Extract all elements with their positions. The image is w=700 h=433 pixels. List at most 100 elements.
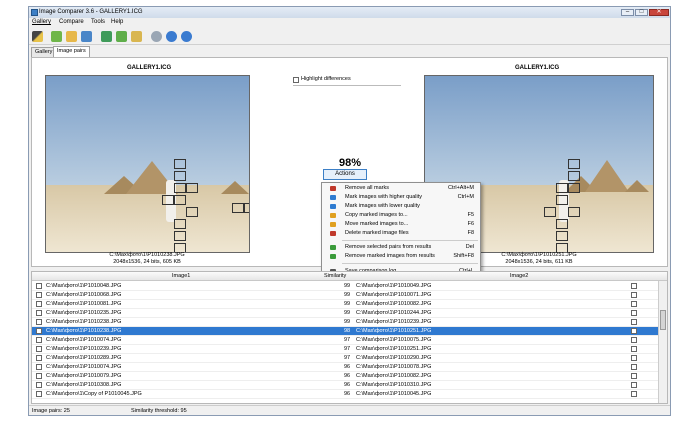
image2-path: C:\Max\фото\1\P1010049.JPG [356,283,432,289]
column-image2[interactable]: Image2 [510,273,528,279]
table-row[interactable]: C:\Max\фото\1\P1010048.JPG 99 C:\Max\фото\… [32,282,658,291]
table-row[interactable]: C:\Max\фото\1\P1010238.JPG 98 C:\Max\фото\… [32,327,658,336]
right-image-path: C:\Max\фото\1\P1010251.JPG [501,252,577,258]
menu-mark-lower-quality[interactable]: Mark images with lower quality [322,202,480,211]
settings-icon[interactable] [151,31,162,42]
tab-image-pairs[interactable]: Image pairs [53,46,90,57]
menu-mark-higher-quality[interactable]: Mark images with higher quality Ctrl+M [322,193,480,202]
similarity-cell: 97 [344,346,351,352]
left-mark-checkbox[interactable] [36,346,42,352]
table-row[interactable]: C:\Max\фото\1\P1010238.JPG 99 C:\Max\фото\… [32,318,658,327]
table-row[interactable]: C:\Max\фото\1\P1010081.JPG 99 C:\Max\фото\… [32,300,658,309]
right-mark-checkbox[interactable] [631,301,637,307]
table-row[interactable]: C:\Max\фото\1\Copy of P1010045.JPG 96 C:\M… [32,390,658,399]
table-row[interactable]: C:\Max\фото\1\P1010289.JPG 97 C:\Max\фото\… [32,354,658,363]
menu-remove-all-marks[interactable]: Remove all marks Ctrl+Alt+M [322,184,480,193]
left-mark-checkbox[interactable] [36,283,42,289]
add-images-icon[interactable] [51,31,62,42]
maximize-button[interactable]: □ [635,9,648,16]
image2-path: C:\Max\фото\1\P1010251.JPG [356,328,432,334]
left-mark-checkbox[interactable] [36,355,42,361]
left-mark-checkbox[interactable] [36,364,42,370]
wand-icon[interactable] [32,31,43,42]
column-similarity[interactable]: Similarity [324,273,346,279]
help-icon[interactable] [181,31,192,42]
menu-help[interactable]: Help [111,19,123,25]
actions-button[interactable]: Actions [323,169,367,180]
new-gallery-icon[interactable] [81,31,92,42]
right-mark-checkbox[interactable] [631,283,637,289]
image1-path: C:\Max\фото\1\P1010235.JPG [46,310,122,316]
minimize-button[interactable]: – [621,9,634,16]
similarity-cell: 97 [344,355,351,361]
right-image-info: 2048x1536, 24 bits, 611 KB [505,259,573,265]
table-scrollbar[interactable] [658,281,667,403]
left-mark-checkbox[interactable] [36,319,42,325]
right-mark-checkbox[interactable] [631,292,637,298]
compare-icon[interactable] [101,31,112,42]
menu-move-marked[interactable]: Move marked images to... F6 [322,220,480,229]
right-mark-checkbox[interactable] [631,364,637,370]
left-image-path: C:\Max\фото\1\P1010238.JPG [109,252,185,258]
similarity-cell: 99 [344,301,351,307]
table-row[interactable]: C:\Max\фото\1\P1010068.JPG 99 C:\Max\фото\… [32,291,658,300]
menu-gallery[interactable]: Gallery [32,19,51,25]
status-bar: Image pairs: 25 Similarity threshold: 95 [29,405,670,415]
image2-path: C:\Max\фото\1\P1010071.JPG [356,292,432,298]
table-row[interactable]: C:\Max\фото\1\P1010074.JPG 96 C:\Max\фото\… [32,363,658,372]
similarity-cell: 97 [344,337,351,343]
menu-remove-selected-pairs[interactable]: Remove selected pairs from results Del [322,243,480,252]
left-mark-checkbox[interactable] [36,382,42,388]
remove-marked-icon [330,254,336,259]
left-mark-checkbox[interactable] [36,301,42,307]
export-icon[interactable] [131,31,142,42]
close-button[interactable]: ✕ [649,9,669,16]
left-mark-checkbox[interactable] [36,373,42,379]
table-row[interactable]: C:\Max\фото\1\P1010239.JPG 97 C:\Max\фото\… [32,345,658,354]
menu-compare[interactable]: Compare [59,19,84,25]
image1-path: C:\Max\фото\1\P1010074.JPG [46,364,122,370]
left-mark-checkbox[interactable] [36,337,42,343]
image2-path: C:\Max\фото\1\P1010075.JPG [356,337,432,343]
table-row[interactable]: C:\Max\фото\1\P1010235.JPG 99 C:\Max\фото\… [32,309,658,318]
menu-remove-marked-from-results[interactable]: Remove marked images from results Shift+F… [322,252,480,261]
image1-path: C:\Max\фото\1\P1010289.JPG [46,355,122,361]
right-mark-checkbox[interactable] [631,373,637,379]
left-image-preview[interactable] [45,75,250,253]
remove-pairs-icon [330,245,336,250]
column-image1[interactable]: Image1 [172,273,190,279]
left-mark-checkbox[interactable] [36,292,42,298]
right-mark-checkbox[interactable] [631,310,637,316]
open-folder-icon[interactable] [66,31,77,42]
right-mark-checkbox[interactable] [631,355,637,361]
right-mark-checkbox[interactable] [631,337,637,343]
compare-folders-icon[interactable] [116,31,127,42]
left-mark-checkbox[interactable] [36,391,42,397]
menu-tools[interactable]: Tools [91,19,105,25]
left-mark-checkbox[interactable] [36,328,42,334]
left-mark-checkbox[interactable] [36,310,42,316]
left-image-info: 2048x1536, 24 bits, 605 KB [113,259,181,265]
right-mark-checkbox[interactable] [631,382,637,388]
scrollbar-thumb[interactable] [660,310,666,330]
highlight-checkbox[interactable] [293,77,299,83]
menu-delete-marked[interactable]: Delete marked image files F8 [322,229,480,238]
right-mark-checkbox[interactable] [631,346,637,352]
highlight-label: Highlight differences [301,76,351,82]
image2-path: C:\Max\фото\1\P1010244.JPG [356,310,432,316]
table-row[interactable]: C:\Max\фото\1\P1010074.JPG 97 C:\Max\фото\… [32,336,658,345]
window-title: Image Comparer 3.6 - GALLERY1.ICG [39,9,143,15]
menu-copy-marked[interactable]: Copy marked images to... F5 [322,211,480,220]
image1-path: C:\Max\фото\1\P1010239.JPG [46,346,122,352]
table-row[interactable]: C:\Max\фото\1\P1010079.JPG 96 C:\Max\фото\… [32,372,658,381]
right-mark-checkbox[interactable] [631,328,637,334]
similarity-cell: 99 [344,319,351,325]
similarity-cell: 96 [344,382,351,388]
right-mark-checkbox[interactable] [631,319,637,325]
right-mark-checkbox[interactable] [631,391,637,397]
similarity-value: 98% [339,157,362,169]
table-row[interactable]: C:\Max\фото\1\P1010308.JPG 96 C:\Max\фото\… [32,381,658,390]
info-icon[interactable] [166,31,177,42]
divider [293,85,401,86]
image1-path: C:\Max\фото\1\P1010238.JPG [46,328,122,334]
